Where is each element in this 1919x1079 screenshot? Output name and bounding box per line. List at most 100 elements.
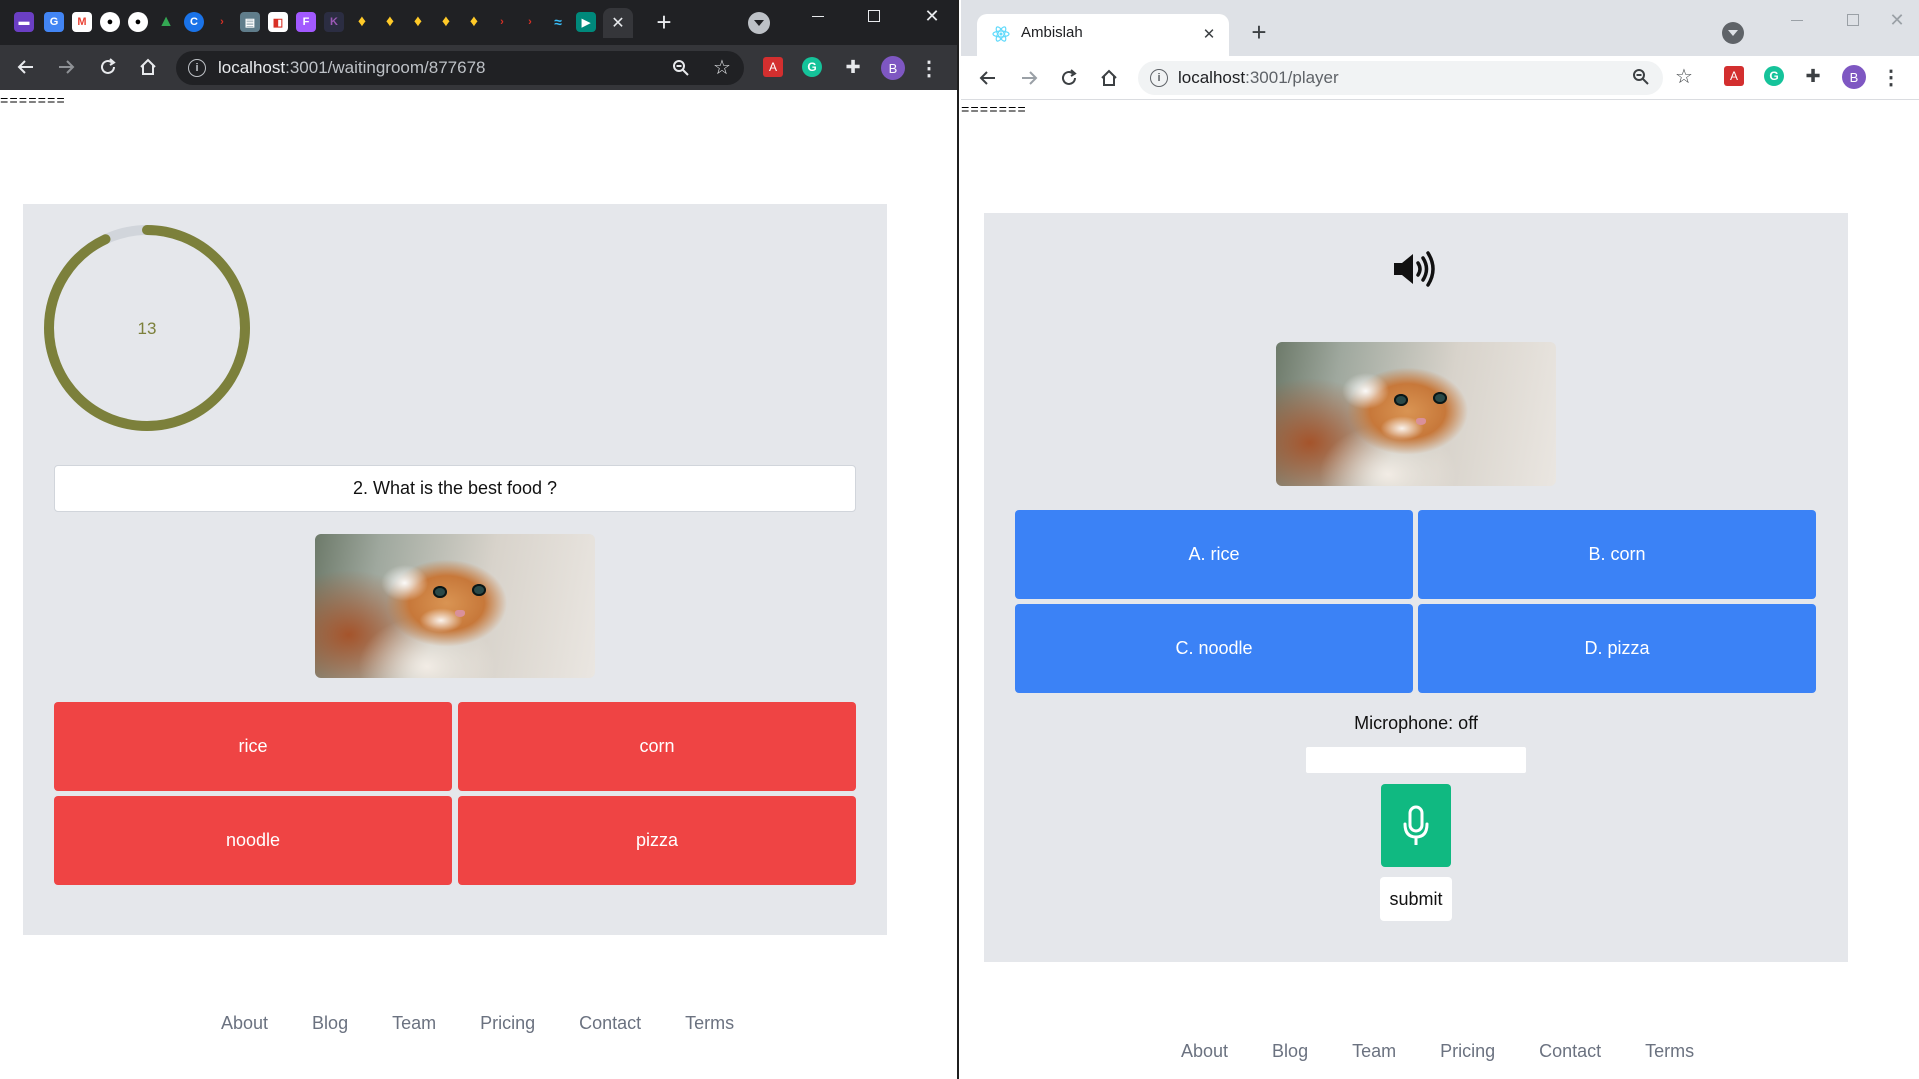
kitten-eye [472, 584, 486, 596]
speaker-icon[interactable] [1390, 249, 1438, 289]
answer-noodle[interactable]: noodle [54, 796, 452, 885]
figma-icon[interactable]: F [296, 12, 316, 32]
kitten-eye [1394, 394, 1408, 406]
footer-link-pricing[interactable]: Pricing [480, 1013, 535, 1034]
tailwind-icon[interactable]: ≈ [548, 12, 568, 32]
profile-avatar[interactable]: B [881, 56, 905, 80]
footer-nav: About Blog Team Pricing Contact Terms [1181, 1041, 1694, 1062]
acrobat-icon[interactable]: A [1724, 66, 1744, 86]
answer-a-rice[interactable]: A. rice [1015, 510, 1413, 599]
github-icon[interactable]: ● [128, 12, 148, 32]
bookmark-star-icon[interactable]: ☆ [1674, 66, 1694, 88]
separator-text: ======= [0, 94, 66, 110]
arrow-icon[interactable]: › [212, 12, 232, 32]
profile-avatar[interactable]: B [1842, 65, 1866, 89]
footer-link-blog[interactable]: Blog [312, 1013, 348, 1034]
answer-rice[interactable]: rice [54, 702, 452, 791]
close-window-icon[interactable]: ✕ [912, 4, 952, 28]
footer-link-terms[interactable]: Terms [685, 1013, 734, 1034]
minimize-icon[interactable] [1777, 8, 1817, 32]
back-icon[interactable] [976, 66, 1000, 90]
firebase-icon[interactable]: ♦ [464, 12, 484, 32]
kitten-nose [455, 610, 465, 617]
answer-pizza[interactable]: pizza [458, 796, 856, 885]
zoom-icon[interactable] [1631, 67, 1651, 87]
firebase-icon[interactable]: ♦ [352, 12, 372, 32]
answer-corn[interactable]: corn [458, 702, 856, 791]
url-text[interactable]: localhost:3001/player [1178, 68, 1339, 88]
footer-link-about[interactable]: About [221, 1013, 268, 1034]
tab-search-icon[interactable] [748, 12, 770, 34]
acrobat-icon[interactable]: A [763, 57, 783, 77]
gmail-icon[interactable]: ▬ [14, 12, 34, 32]
gmail-icon[interactable]: M [72, 12, 92, 32]
tab-title: Ambislah [1021, 24, 1083, 41]
footer-link-contact[interactable]: Contact [579, 1013, 641, 1034]
tab-search-icon[interactable] [1722, 22, 1744, 44]
figma-icon[interactable]: ◧ [268, 12, 288, 32]
question-image [315, 534, 595, 678]
back-icon[interactable] [14, 55, 38, 79]
new-tab-icon[interactable]: + [652, 7, 676, 37]
site-info-icon[interactable]: i [1150, 69, 1168, 87]
footer-link-terms[interactable]: Terms [1645, 1041, 1694, 1062]
answer-c-noodle[interactable]: C. noodle [1015, 604, 1413, 693]
grammarly-icon[interactable]: G [802, 57, 822, 77]
k-icon[interactable]: K [324, 12, 344, 32]
maximize-icon[interactable] [854, 4, 894, 28]
close-tab-icon[interactable]: ✕ [603, 8, 633, 38]
meet-icon[interactable]: ▶ [576, 12, 596, 32]
countdown-timer: 13 [44, 225, 250, 431]
footer-link-pricing[interactable]: Pricing [1440, 1041, 1495, 1062]
answer-b-corn[interactable]: B. corn [1418, 510, 1816, 599]
footer-link-team[interactable]: Team [392, 1013, 436, 1034]
drive-icon[interactable]: ▲ [156, 12, 176, 32]
footer-link-blog[interactable]: Blog [1272, 1041, 1308, 1062]
transcript-field[interactable] [1306, 747, 1526, 773]
minimize-icon[interactable] [798, 4, 838, 28]
arrow-icon[interactable]: › [520, 12, 540, 32]
quiz-host-panel: 13 2. What is the best food ? rice corn … [23, 204, 887, 935]
answer-d-pizza[interactable]: D. pizza [1418, 604, 1816, 693]
submit-button[interactable]: submit [1380, 877, 1452, 921]
close-tab-icon[interactable]: ✕ [1199, 24, 1219, 44]
timer-value: 13 [138, 319, 157, 338]
github-icon[interactable]: ● [100, 12, 120, 32]
docs-icon[interactable]: G [44, 12, 64, 32]
question-text: 2. What is the best food ? [54, 465, 856, 512]
footer-link-team[interactable]: Team [1352, 1041, 1396, 1062]
firebase-icon[interactable]: ♦ [436, 12, 456, 32]
zoom-icon[interactable] [671, 58, 691, 78]
home-icon[interactable] [136, 55, 160, 79]
footer-link-contact[interactable]: Contact [1539, 1041, 1601, 1062]
react-icon [991, 24, 1011, 44]
tab-strip: Ambislah ✕ + ✕ [961, 0, 1919, 56]
arrow-icon[interactable]: › [492, 12, 512, 32]
grammarly-icon[interactable]: G [1764, 66, 1784, 86]
firebase-icon[interactable]: ♦ [408, 12, 428, 32]
c-icon[interactable]: C [184, 12, 204, 32]
extensions-icon[interactable]: ✚ [1802, 65, 1824, 87]
forward-icon[interactable] [1017, 66, 1041, 90]
menu-icon[interactable]: ⋮ [1881, 65, 1901, 89]
close-window-icon[interactable]: ✕ [1877, 8, 1917, 32]
tab-ambislah[interactable]: Ambislah ✕ [977, 14, 1229, 56]
footer-nav: About Blog Team Pricing Contact Terms [221, 1013, 734, 1034]
new-tab-icon[interactable]: + [1247, 17, 1271, 47]
footer-link-about[interactable]: About [1181, 1041, 1228, 1062]
bookmark-star-icon[interactable]: ☆ [712, 57, 732, 79]
site-info-icon[interactable]: i [188, 59, 206, 77]
maximize-icon[interactable] [1833, 8, 1873, 32]
reload-icon[interactable] [96, 55, 120, 79]
menu-icon[interactable]: ⋮ [919, 56, 939, 80]
forward-icon[interactable] [54, 55, 78, 79]
microphone-icon [1403, 805, 1429, 845]
question-image [1276, 342, 1556, 486]
microphone-button[interactable] [1381, 784, 1451, 867]
home-icon[interactable] [1097, 66, 1121, 90]
reload-icon[interactable] [1057, 66, 1081, 90]
calculator-icon[interactable]: ▤ [240, 12, 260, 32]
firebase-icon[interactable]: ♦ [380, 12, 400, 32]
url-text[interactable]: localhost:3001/waitingroom/877678 [218, 58, 485, 78]
extensions-icon[interactable]: ✚ [842, 56, 864, 78]
